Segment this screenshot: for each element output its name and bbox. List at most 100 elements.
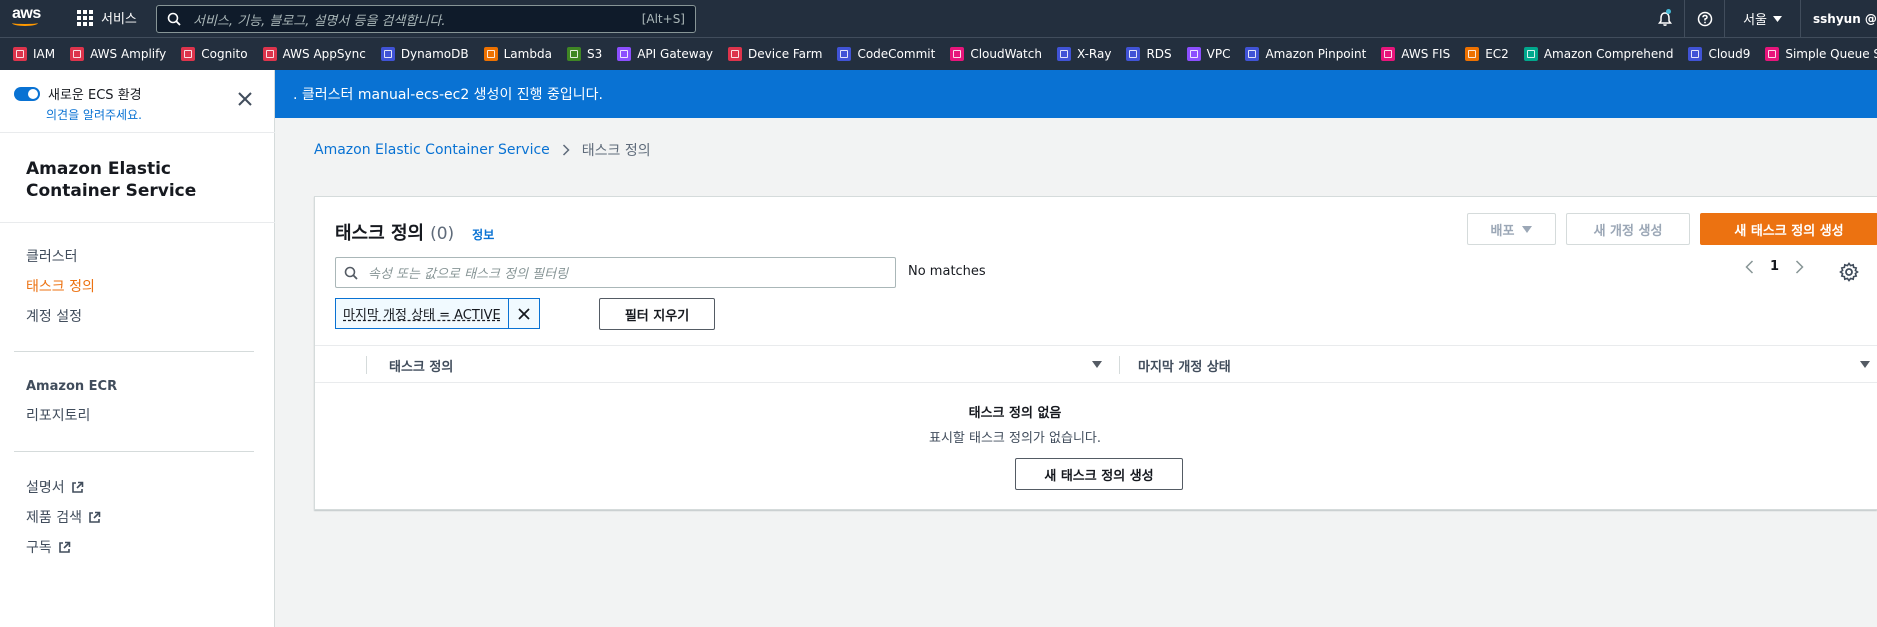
flash-message: . 클러스터 manual-ecs-ec2 생성이 진행 중입니다. [275,70,1877,118]
sidebar-separator [14,451,254,452]
sidebar-section-ecr: Amazon ECR [26,379,118,394]
search-icon [167,12,181,26]
new-ecs-toggle-row[interactable]: 새로운 ECS 환경 [14,84,142,103]
table-header: 태스크 정의 마지막 개정 상태 [315,345,1877,383]
favorite-label: IAM [33,47,56,61]
favorite-aws-amplify[interactable]: AWS Amplify [70,47,166,61]
favorite-label: AWS FIS [1401,47,1451,61]
item-count: (0) [430,224,455,244]
favorite-label: CodeCommit [857,47,936,61]
search-placeholder: 서비스, 기능, 블로그, 설명서 등을 검색합니다. [193,13,446,29]
page-number[interactable]: 1 [1770,259,1779,274]
service-icon [1765,47,1780,61]
favorite-label: DynamoDB [400,47,469,61]
favorite-label: Lambda [503,47,552,61]
service-icon [1245,47,1260,61]
external-link-icon [58,541,71,553]
nav-right-group: 서울 sshyun @ s [1645,0,1877,37]
sidebar-divider [0,132,275,133]
notifications-button[interactable] [1645,0,1686,37]
new-experience-toggle[interactable] [14,86,40,101]
aws-logo[interactable]: aws [12,6,46,32]
service-icon [1465,47,1480,61]
external-link-icon [71,481,83,493]
favorite-cloud9[interactable]: Cloud9 [1688,47,1750,61]
favorite-label: CloudWatch [970,47,1042,61]
favorite-lambda[interactable]: Lambda [483,47,552,61]
favorite-amazon-comprehend[interactable]: Amazon Comprehend [1523,47,1674,61]
feedback-link[interactable]: 의견을 알려주세요. [46,106,142,123]
favorite-iam[interactable]: IAM [13,47,55,61]
close-icon[interactable] [236,90,254,108]
favorite-cloudwatch[interactable]: CloudWatch [950,47,1042,61]
sidebar-link-subscription[interactable]: 구독 [26,537,71,557]
page-title: 태스크 정의 [335,223,425,244]
user-menu[interactable]: sshyun @ s [1801,12,1877,26]
service-icon [837,47,852,61]
favorite-cognito[interactable]: Cognito [181,47,248,61]
favorite-label: AWS Amplify [90,47,167,61]
filter-result-count: No matches [908,264,986,279]
favorite-simple-queue-servic[interactable]: Simple Queue Servic [1765,47,1877,61]
service-icon [1126,47,1141,61]
favorite-ec2[interactable]: EC2 [1465,47,1509,61]
favorite-aws-appsync[interactable]: AWS AppSync [262,47,366,61]
empty-create-task-definition-button[interactable]: 새 태스크 정의 생성 [1015,458,1183,490]
column-header-last-revision-status[interactable]: 마지막 개정 상태 [1138,346,1231,384]
favorite-vpc[interactable]: VPC [1186,47,1230,61]
deploy-button[interactable]: 배포 [1467,213,1556,245]
column-header-task-definition[interactable]: 태스크 정의 [389,346,453,384]
services-menu-button[interactable]: 서비스 [77,8,137,27]
breadcrumb: Amazon Elastic Container Service 태스크 정의 [314,140,651,160]
favorite-amazon-pinpoint[interactable]: Amazon Pinpoint [1245,47,1366,61]
sidebar-item-clusters[interactable]: 클러스터 [26,246,78,266]
filter-placeholder: 속성 또는 값으로 태스크 정의 필터링 [368,267,569,282]
sidebar-link-documentation[interactable]: 설명서 [26,477,84,497]
create-revision-button[interactable]: 새 개정 생성 [1566,213,1690,245]
global-search-input[interactable]: 서비스, 기능, 블로그, 설명서 등을 검색합니다. [Alt+S] [156,5,696,33]
gear-icon[interactable] [1838,261,1860,283]
sidebar-item-task-definitions[interactable]: 태스크 정의 [26,276,95,296]
sidebar-item-repositories[interactable]: 리포지토리 [26,405,90,425]
favorite-x-ray[interactable]: X-Ray [1056,47,1111,61]
favorite-s3[interactable]: S3 [566,47,602,61]
empty-state-description: 표시할 태스크 정의가 없습니다. [928,431,1101,446]
favorite-dynamodb[interactable]: DynamoDB [380,47,469,61]
favorite-codecommit[interactable]: CodeCommit [837,47,935,61]
breadcrumb-current: 태스크 정의 [581,143,651,159]
favorite-api-gateway[interactable]: API Gateway [617,47,713,61]
previous-page-icon[interactable] [1745,259,1754,274]
clear-filters-button[interactable]: 필터 지우기 [599,298,715,330]
next-page-icon[interactable] [1795,259,1804,274]
region-selector[interactable]: 서울 [1725,0,1801,37]
service-icon [1688,47,1703,61]
external-link-icon [89,511,101,523]
sidebar-title[interactable]: Amazon Elastic Container Service [26,158,226,202]
empty-state-title: 태스크 정의 없음 [968,406,1062,421]
sort-caret-icon[interactable] [1860,361,1870,368]
flash-text: . 클러스터 manual-ecs-ec2 생성이 진행 중입니다. [293,87,603,103]
favorite-label: Cloud9 [1708,47,1751,61]
sidebar-item-account-settings[interactable]: 계정 설정 [26,306,82,326]
favorite-aws-fis[interactable]: AWS FIS [1381,47,1450,61]
create-task-definition-button[interactable]: 새 태스크 정의 생성 [1700,213,1877,245]
favorite-label: Amazon Comprehend [1543,47,1674,61]
info-link[interactable]: 정보 [472,226,494,243]
caret-down-icon [1773,15,1782,22]
sidebar-link-product-search[interactable]: 제품 검색 [26,507,101,527]
service-icon [380,47,395,61]
service-icon [728,47,743,61]
grid-icon [77,9,93,26]
breadcrumb-ecs[interactable]: Amazon Elastic Container Service [314,142,550,158]
service-icon [13,47,27,61]
filter-token-label[interactable]: 마지막 개정 상태 = ACTIVE [336,299,509,328]
help-button[interactable] [1685,0,1726,37]
sidebar-link-label: 제품 검색 [26,510,82,526]
favorite-rds[interactable]: RDS [1126,47,1172,61]
favorite-device-farm[interactable]: Device Farm [728,47,822,61]
sort-caret-icon[interactable] [1092,361,1102,368]
help-icon [1697,11,1712,26]
task-definition-filter-input[interactable]: 속성 또는 값으로 태스크 정의 필터링 [335,257,896,288]
top-navigation: aws 서비스 서비스, 기능, 블로그, 설명서 등을 검색합니다. [Alt… [0,0,1877,37]
remove-filter-button[interactable] [509,299,539,328]
